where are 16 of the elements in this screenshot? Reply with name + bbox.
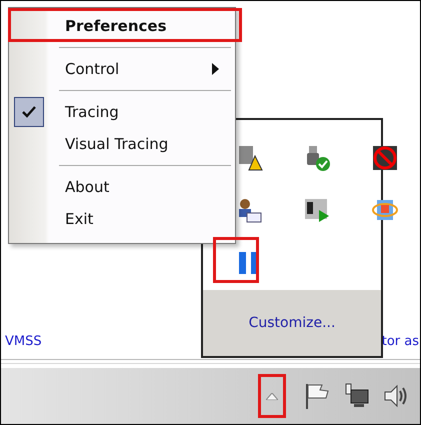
menu-item[interactable]: Visual Tracing [9, 128, 235, 160]
menu-item[interactable]: Exit [9, 203, 235, 235]
show-hidden-icons-button[interactable] [258, 374, 286, 418]
menu-item[interactable]: Tracing [9, 96, 235, 128]
caret-icon [266, 392, 278, 400]
play-icon [303, 196, 331, 224]
highlight-frame [213, 237, 259, 283]
submenu-arrow-icon [212, 63, 219, 75]
menu-item[interactable]: Control [9, 53, 235, 85]
blocked-icon [371, 144, 399, 172]
menu-item[interactable]: Preferences [9, 10, 235, 42]
background-text: tor as [382, 334, 419, 349]
flag-icon[interactable] [304, 382, 330, 410]
background-text: VMSS [5, 334, 42, 349]
customize-link[interactable]: Customize... [248, 315, 336, 331]
menu-item[interactable]: About [9, 171, 235, 203]
